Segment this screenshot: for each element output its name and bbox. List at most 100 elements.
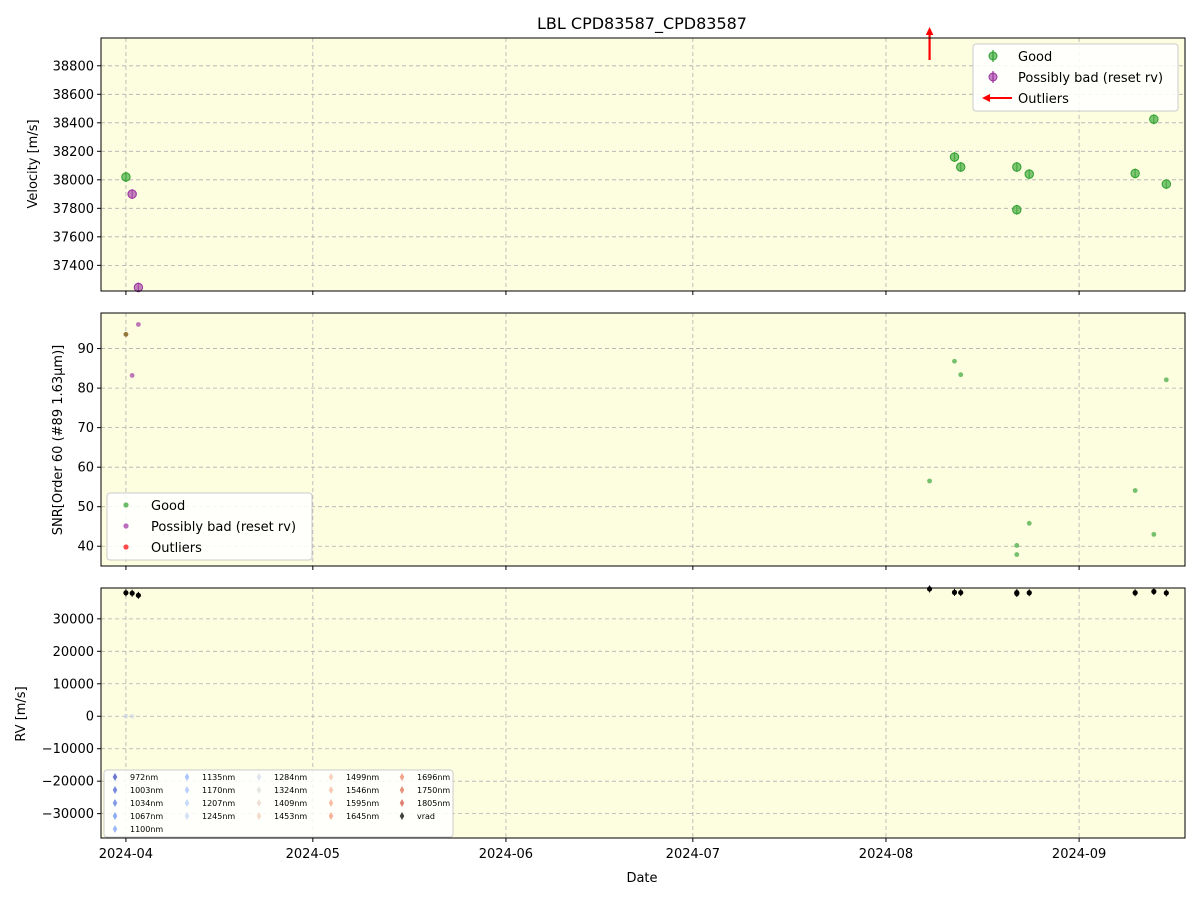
y-tick-label: 70 bbox=[77, 421, 94, 436]
legend-label: 1170nm bbox=[202, 786, 235, 795]
rv-point bbox=[135, 592, 141, 598]
snr-point bbox=[1014, 543, 1020, 548]
x-tick-label: 2024-08 bbox=[859, 847, 913, 862]
snr-point bbox=[1026, 520, 1032, 526]
legend-label: Good bbox=[151, 499, 185, 514]
y-tick-label: 0 bbox=[86, 710, 94, 725]
rv-point bbox=[123, 590, 129, 596]
snr-point bbox=[952, 358, 957, 364]
y-tick-label: 10000 bbox=[53, 677, 94, 692]
legend-label: 1453nm bbox=[274, 812, 307, 821]
rv-point bbox=[1163, 590, 1169, 596]
y-tick-label: −10000 bbox=[42, 742, 94, 757]
snr-point bbox=[927, 478, 932, 484]
rv-point bbox=[926, 586, 933, 592]
legend-label: 1135nm bbox=[202, 773, 235, 782]
rv-point bbox=[129, 590, 135, 596]
y-tick-label: 38200 bbox=[53, 145, 94, 160]
y-tick-label: 50 bbox=[77, 500, 94, 515]
rv-y-axis-label: RV [m/s] bbox=[14, 686, 29, 741]
rv-point bbox=[1151, 588, 1157, 595]
legend-label: 1750nm bbox=[417, 786, 450, 795]
legend-label: 1805nm bbox=[417, 799, 450, 808]
x-tick-label: 2024-04 bbox=[99, 847, 153, 862]
legend-marker bbox=[988, 72, 998, 82]
y-tick-label: 38000 bbox=[53, 173, 94, 188]
y-tick-label: 38600 bbox=[53, 88, 94, 103]
rv-point bbox=[951, 589, 958, 595]
legend-label: 1067nm bbox=[130, 812, 163, 821]
legend-marker bbox=[123, 502, 129, 508]
legend-marker bbox=[123, 523, 129, 529]
per-order-point bbox=[129, 713, 135, 719]
velocity-point bbox=[127, 189, 137, 199]
legend-label: 1324nm bbox=[274, 786, 307, 795]
y-tick-label: 80 bbox=[77, 382, 94, 397]
velocity-panel: 37400 37600 37800 38000 38200 38400 38600 38800… bbox=[53, 27, 1186, 295]
y-tick-label: −20000 bbox=[42, 775, 94, 790]
legend-label: 1207nm bbox=[202, 799, 235, 808]
x-tick-label: 2024-09 bbox=[1052, 847, 1106, 862]
velocity-point bbox=[133, 282, 144, 293]
legend-label: 1696nm bbox=[417, 773, 450, 782]
y-tick-label: 38400 bbox=[53, 116, 94, 131]
velocity-point bbox=[1161, 179, 1172, 189]
legend-label: 1003nm bbox=[130, 786, 163, 795]
snr-point bbox=[1151, 531, 1157, 537]
legend-label: 1409nm bbox=[274, 799, 307, 808]
rv-point bbox=[1132, 590, 1138, 596]
figure: LBL CPD83587_CPD83587 37400 37600 37800 380… bbox=[14, 14, 1186, 886]
rv-point bbox=[1026, 590, 1032, 596]
y-tick-label: 37800 bbox=[53, 202, 94, 217]
y-tick-label: 37400 bbox=[53, 259, 94, 274]
rv-legend: 972nm 1003nm 1034nm 1067nm 1100nm 1135nm 1170n… bbox=[103, 769, 454, 838]
legend-label: Possibly bad (reset rv) bbox=[1018, 71, 1163, 86]
legend-label: 1034nm bbox=[130, 799, 163, 808]
legend-label: Outliers bbox=[1018, 92, 1069, 107]
legend-label: 1645nm bbox=[346, 812, 379, 821]
rv-point bbox=[1014, 590, 1020, 597]
velocity-point bbox=[1012, 162, 1022, 172]
per-order-point bbox=[123, 713, 129, 719]
legend-label: 1595nm bbox=[346, 799, 379, 808]
velocity-point bbox=[949, 152, 960, 162]
chart-title: LBL CPD83587_CPD83587 bbox=[537, 14, 747, 34]
y-tick-label: 30000 bbox=[53, 612, 94, 627]
snr-point bbox=[129, 373, 135, 378]
y-tick-label: 90 bbox=[77, 342, 94, 357]
legend-label: 1284nm bbox=[274, 773, 307, 782]
legend-label: 972nm bbox=[130, 773, 158, 782]
y-tick-label: 20000 bbox=[53, 645, 94, 660]
snr-point bbox=[135, 322, 141, 327]
y-tick-label: −30000 bbox=[42, 807, 94, 822]
legend-label: 1546nm bbox=[346, 786, 379, 795]
velocity-legend: Good Possibly bad (reset rv) Outliers bbox=[972, 43, 1179, 112]
x-tick-label: 2024-07 bbox=[666, 847, 720, 862]
legend-label: vrad bbox=[417, 812, 435, 821]
velocity-point bbox=[121, 172, 131, 182]
legend-label: 1499nm bbox=[346, 773, 379, 782]
x-tick-label: 2024-05 bbox=[286, 847, 340, 862]
x-axis-label: Date bbox=[626, 871, 657, 886]
snr-point bbox=[1163, 377, 1169, 383]
y-tick-label: 40 bbox=[77, 540, 94, 555]
snr-point bbox=[1132, 488, 1138, 493]
x-tick-label: 2024-06 bbox=[479, 847, 533, 862]
velocity-point bbox=[1012, 205, 1022, 215]
velocity-y-axis-label: Velocity [m/s] bbox=[26, 119, 41, 208]
rv-point bbox=[958, 589, 964, 596]
velocity-point bbox=[1149, 114, 1159, 124]
velocity-point bbox=[1024, 169, 1034, 179]
legend-label: 1245nm bbox=[202, 812, 235, 821]
outlier-arrowhead bbox=[925, 27, 934, 35]
y-tick-label: 38800 bbox=[53, 59, 94, 74]
velocity-point bbox=[956, 162, 966, 172]
rv-panel: 2024-04 2024-05 2024-06 2024-07 2024-08 2024-… bbox=[42, 585, 1186, 862]
snr-y-axis-label: SNR[Order 60 (#89 1.63μm)] bbox=[51, 345, 66, 536]
snr-point-overlap bbox=[123, 331, 129, 337]
snr-point bbox=[958, 372, 964, 378]
legend-label: Good bbox=[1018, 50, 1052, 65]
snr-point bbox=[1014, 552, 1020, 557]
legend-marker bbox=[988, 51, 998, 61]
y-tick-label: 60 bbox=[77, 461, 94, 476]
